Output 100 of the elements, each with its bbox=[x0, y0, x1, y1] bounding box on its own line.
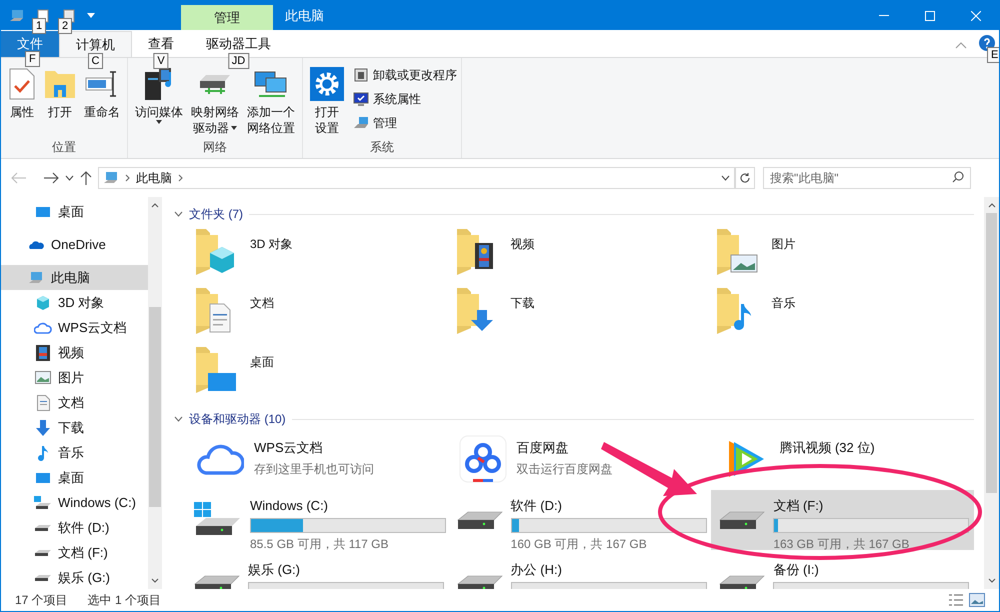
drive-tile[interactable]: 办公 (H:) bbox=[448, 554, 712, 589]
drive-name: Windows (C:) bbox=[250, 497, 330, 515]
sidebar-item-label: 娱乐 (G:) bbox=[58, 568, 110, 587]
refresh-icon bbox=[739, 172, 751, 184]
computer-icon bbox=[28, 270, 44, 284]
refresh-button[interactable] bbox=[735, 167, 755, 189]
folder-icon bbox=[44, 69, 76, 99]
ribbon-tab[interactable]: 计算机 bbox=[59, 31, 132, 57]
drive-tile[interactable]: 备份 (I:) bbox=[711, 554, 974, 589]
sidebar-item[interactable]: 图片 bbox=[1, 365, 148, 390]
ribbon-group-label: 位置 bbox=[51, 139, 77, 156]
sidebar-item[interactable]: 视频 bbox=[1, 340, 148, 365]
drive-name: WPS云文档 bbox=[254, 439, 324, 457]
sidebar-item[interactable]: Windows (C:) bbox=[1, 490, 148, 515]
drive-tile[interactable]: 软件 (D:) 160 GB 可用，共 167 GB bbox=[448, 490, 712, 550]
content-scrollbar[interactable] bbox=[984, 197, 999, 589]
computer-icon bbox=[103, 171, 119, 185]
drive-tile[interactable]: Windows (C:) 85.5 GB 可用，共 117 GB bbox=[186, 490, 449, 550]
ribbon-button[interactable]: 属性 bbox=[5, 64, 39, 138]
search-icon bbox=[952, 171, 964, 183]
drive-name: 文档 (F:) bbox=[773, 497, 824, 515]
section-heading: 设备和驱动器 (10) bbox=[189, 411, 286, 428]
address-field[interactable]: 此电脑 bbox=[98, 167, 735, 189]
monitor-check-icon bbox=[353, 90, 369, 106]
scroll-up-icon[interactable] bbox=[151, 203, 159, 208]
sidebar-scrollbar[interactable] bbox=[148, 197, 162, 589]
ribbon-small-button[interactable]: 系统属性 bbox=[353, 88, 457, 109]
keytip-tooltip: 1 bbox=[32, 18, 46, 34]
picture-icon bbox=[35, 371, 51, 384]
download-arrow-icon bbox=[36, 420, 50, 436]
window-title: 此电脑 bbox=[285, 6, 324, 25]
sidebar-item[interactable]: OneDrive bbox=[1, 232, 148, 257]
recent-caret-icon[interactable] bbox=[65, 175, 74, 181]
folder-label[interactable]: 下载 bbox=[510, 294, 535, 345]
collapse-ribbon-icon[interactable] bbox=[955, 42, 967, 49]
drive-tile[interactable]: 百度网盘 双击运行百度网盘 bbox=[448, 432, 712, 486]
folder-label[interactable]: 桌面 bbox=[250, 353, 274, 404]
search-field[interactable]: 搜索"此电脑" bbox=[763, 167, 971, 189]
drive-name: 娱乐 (G:) bbox=[248, 561, 301, 579]
collapse-caret-icon[interactable] bbox=[174, 211, 183, 217]
item-count: 17 个项目 bbox=[15, 592, 68, 609]
scroll-up-icon[interactable] bbox=[988, 203, 996, 208]
sidebar-item[interactable]: 娱乐 (G:) bbox=[1, 565, 148, 589]
breadcrumb-item[interactable]: 此电脑 bbox=[136, 169, 172, 187]
ribbon-small-button[interactable]: 卸载或更改程序 bbox=[353, 64, 457, 85]
folder-label[interactable]: 3D 对象 bbox=[250, 235, 293, 286]
windows-drive-icon bbox=[34, 496, 52, 510]
sidebar-item-label: 桌面 bbox=[58, 202, 84, 221]
sidebar-item[interactable]: 文档 (F:) bbox=[1, 540, 148, 565]
drive-tile[interactable]: 腾讯视频 (32 位) bbox=[711, 432, 974, 486]
maximize-icon bbox=[925, 10, 935, 20]
sidebar-item-label: 图片 bbox=[58, 368, 84, 387]
sidebar-item-label: WPS云文档 bbox=[58, 318, 127, 337]
breadcrumb-chevron-icon[interactable] bbox=[178, 174, 183, 182]
ribbon-small-button[interactable]: 管理 bbox=[353, 112, 457, 133]
sidebar-item[interactable]: 桌面 bbox=[1, 465, 148, 490]
sidebar-item[interactable]: 3D 对象 bbox=[1, 290, 148, 315]
keytip-tooltip: 2 bbox=[58, 18, 72, 34]
sidebar-item-label: 文档 (F:) bbox=[58, 544, 108, 562]
sidebar-item[interactable]: 文档 bbox=[1, 390, 148, 415]
up-arrow-icon[interactable] bbox=[80, 171, 92, 185]
drive-detail: 存到这里手机也可访问 bbox=[254, 460, 375, 478]
details-view-icon[interactable] bbox=[949, 594, 963, 606]
desktop-icon bbox=[35, 204, 51, 218]
drive-icon bbox=[194, 574, 240, 589]
drive-icon bbox=[456, 510, 503, 530]
dropdown-caret-icon[interactable] bbox=[721, 175, 730, 181]
dropdown-caret-icon[interactable] bbox=[87, 13, 95, 18]
drive-tile[interactable]: 娱乐 (G:) bbox=[186, 554, 449, 589]
selected-drive-tile[interactable]: 文档 (F:) 163 GB 可用，共 167 GB bbox=[711, 490, 974, 550]
ribbon-button[interactable]: 打开 bbox=[41, 64, 79, 138]
sidebar-item[interactable]: 软件 (D:) bbox=[1, 515, 148, 540]
drive-detail: 85.5 GB 可用，共 117 GB bbox=[250, 536, 390, 552]
collapse-caret-icon[interactable] bbox=[174, 416, 183, 422]
forward-arrow-icon[interactable] bbox=[43, 172, 59, 184]
sidebar-item-label: 桌面 bbox=[58, 468, 84, 487]
minimize-icon bbox=[879, 15, 889, 16]
folder-label[interactable]: 视频 bbox=[510, 235, 535, 286]
drive-name: 百度网盘 bbox=[516, 439, 570, 457]
drive-detail: 双击运行百度网盘 bbox=[516, 460, 614, 478]
scroll-down-icon[interactable] bbox=[988, 578, 996, 583]
cloud-icon bbox=[34, 320, 52, 334]
folder-label[interactable]: 图片 bbox=[771, 235, 796, 286]
sidebar-item[interactable]: 音乐 bbox=[1, 440, 148, 465]
large-icons-view-icon[interactable] bbox=[969, 593, 985, 607]
sidebar-item[interactable]: 下载 bbox=[1, 415, 148, 440]
scroll-down-icon[interactable] bbox=[151, 578, 159, 583]
sidebar-item[interactable]: 此电脑 bbox=[1, 265, 148, 290]
drive-tile[interactable]: WPS云文档 存到这里手机也可访问 bbox=[186, 432, 449, 486]
desktop-icon bbox=[35, 470, 51, 484]
folder-label[interactable]: 音乐 bbox=[771, 294, 796, 345]
ribbon-group-label: 系统 bbox=[369, 139, 395, 156]
sidebar-item[interactable]: 桌面 bbox=[1, 199, 148, 224]
keytip-tooltip: C bbox=[88, 53, 104, 69]
sidebar-item[interactable]: WPS云文档 bbox=[1, 315, 148, 340]
ribbon-button[interactable]: 打开 设置 bbox=[307, 64, 347, 138]
folder-label[interactable]: 文档 bbox=[250, 294, 274, 345]
film-icon bbox=[36, 344, 50, 360]
drive-icon bbox=[34, 522, 52, 532]
breadcrumb-chevron-icon[interactable] bbox=[125, 174, 130, 182]
